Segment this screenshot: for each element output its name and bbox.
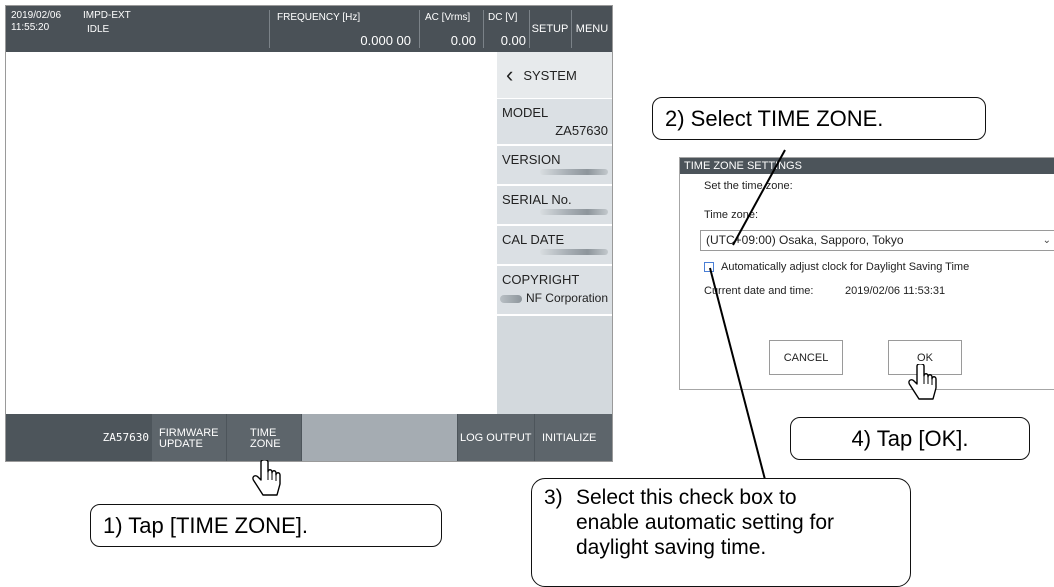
callout-step-1: 1) Tap [TIME ZONE].	[90, 504, 442, 547]
step3-line1: Select this check box to	[576, 486, 797, 509]
callout-pointer-2	[732, 149, 786, 246]
hand-pointer-icon	[908, 364, 937, 400]
step3-line2: enable automatic setting for	[576, 511, 834, 534]
callout-step-3: 3) Select this check box to enable autom…	[531, 478, 911, 587]
step3-number: 3)	[544, 486, 563, 509]
step3-line3: daylight saving time.	[576, 536, 767, 559]
callout-step-4: 4) Tap [OK].	[790, 417, 1030, 460]
callout-step-2: 2) Select TIME ZONE.	[652, 97, 986, 140]
hand-pointer-icon	[252, 460, 281, 496]
